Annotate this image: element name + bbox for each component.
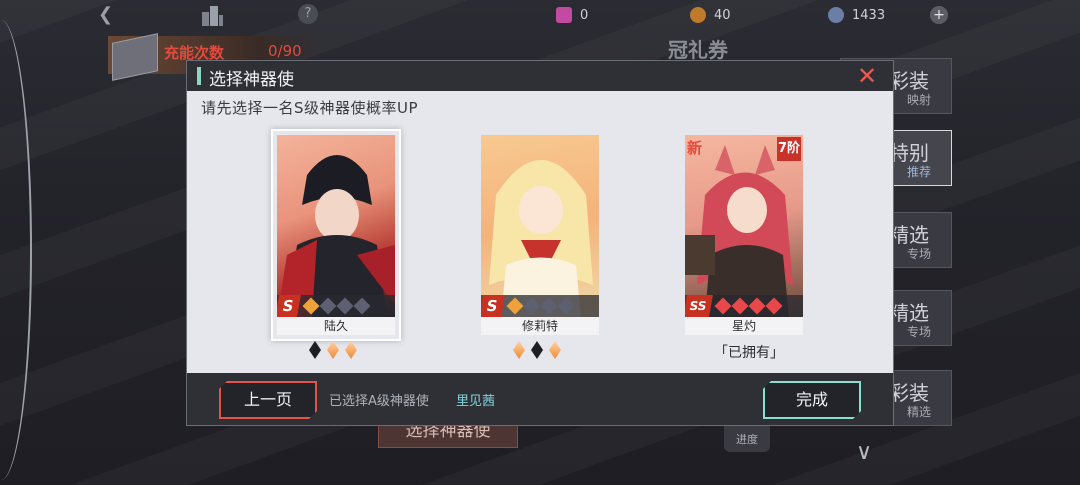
gem-row	[309, 341, 357, 359]
star-rating	[506, 297, 575, 315]
dialog-title: 选择神器使	[209, 70, 294, 90]
star-icon	[731, 297, 749, 315]
side-button-main: 特别	[889, 141, 929, 165]
crystal-icon	[828, 7, 844, 23]
rarity-row: S	[481, 295, 599, 317]
selected-name: 里见茜	[456, 394, 496, 409]
character-name: 星灼	[685, 317, 803, 335]
rarity-row: S	[277, 295, 395, 317]
side-button-main: 彩装	[889, 69, 929, 93]
dialog-footer: 上一页 已选择A级神器使 里见茜 完成	[187, 373, 893, 425]
chevron-left-icon[interactable]: ❮	[98, 4, 113, 25]
side-button-sub: 精选	[907, 405, 932, 419]
flame-gem-icon	[513, 341, 525, 359]
resource-crystal: 1433	[828, 5, 885, 25]
cube-icon	[112, 33, 158, 81]
banner-title: 冠礼券	[668, 38, 728, 62]
star-icon	[714, 297, 732, 315]
question-icon[interactable]: ?	[298, 4, 318, 24]
diamond-icon	[309, 341, 321, 359]
crystal-count: 1433	[852, 7, 886, 23]
side-button-main: 彩装	[889, 381, 929, 405]
buildings-icon[interactable]	[200, 4, 224, 26]
side-button-sub: 推荐	[907, 165, 932, 179]
selected-text: 已选择A级神器使	[329, 394, 429, 409]
rarity-row: SS	[685, 295, 803, 317]
charge-count: 0/90	[268, 42, 302, 60]
character-card-3[interactable]: 新 7阶 SS 星灼	[679, 129, 809, 341]
select-artifact-dialog: 选择神器使 ✕ 请先选择一名S级神器使概率UP S 陆久 S 修莉特 新 7阶 …	[187, 61, 893, 425]
side-button-sub: 专场	[907, 247, 932, 261]
add-crystal-button[interactable]: +	[930, 6, 948, 24]
star-icon	[506, 297, 524, 315]
character-name: 陆久	[277, 317, 395, 335]
title-accent	[197, 67, 201, 85]
top-bar: ❮ ? 0 40 1433 +	[0, 0, 1080, 30]
card-frame: S 陆久	[277, 135, 395, 335]
side-button-main: 精选	[889, 223, 929, 247]
ticket-count: 0	[580, 7, 589, 23]
star-icon	[353, 297, 371, 315]
flame-gem-icon	[327, 341, 339, 359]
rarity-badge: S	[277, 295, 301, 317]
character-card-2[interactable]: S 修莉特	[475, 129, 605, 341]
star-rating	[714, 297, 783, 315]
star-icon	[319, 297, 337, 315]
star-icon	[540, 297, 558, 315]
flame-gem-icon	[549, 341, 561, 359]
owned-label: 「已拥有」	[714, 345, 784, 361]
previous-page-button[interactable]: 上一页	[219, 381, 317, 419]
star-icon	[302, 297, 320, 315]
star-icon	[336, 297, 354, 315]
resource-coin: 40	[690, 5, 731, 25]
character-portrait	[481, 135, 599, 317]
coin-icon	[690, 7, 706, 23]
card-frame: S 修莉特	[481, 135, 599, 335]
star-icon	[523, 297, 541, 315]
close-icon[interactable]: ✕	[855, 64, 879, 88]
side-button-sub: 映射	[907, 93, 932, 107]
dialog-header: 选择神器使 ✕	[187, 61, 893, 91]
rarity-badge: S	[481, 295, 505, 317]
character-portrait	[685, 135, 803, 317]
level-tag: 7阶	[777, 137, 801, 161]
character-portrait	[277, 135, 395, 317]
gem-row	[513, 341, 561, 359]
done-button[interactable]: 完成	[763, 381, 861, 419]
ticket-icon	[556, 7, 572, 23]
star-icon	[557, 297, 575, 315]
rarity-badge: SS	[685, 295, 713, 317]
coin-count: 40	[714, 7, 731, 23]
diamond-icon	[531, 341, 543, 359]
dialog-hint: 请先选择一名S级神器使概率UP	[201, 99, 419, 117]
charge-label: 充能次数	[164, 44, 225, 62]
star-rating	[302, 297, 371, 315]
new-tag: 新	[687, 139, 703, 157]
star-icon	[748, 297, 766, 315]
side-button-sub: 专场	[907, 325, 932, 339]
character-name: 修莉特	[481, 317, 599, 335]
side-button-main: 精选	[889, 301, 929, 325]
character-card-1[interactable]: S 陆久	[271, 129, 401, 341]
star-icon	[765, 297, 783, 315]
card-frame: 新 7阶 SS 星灼	[685, 135, 803, 335]
resource-ticket: 0	[556, 5, 588, 25]
chevron-down-icon[interactable]: ∨	[856, 440, 872, 465]
flame-gem-icon	[345, 341, 357, 359]
